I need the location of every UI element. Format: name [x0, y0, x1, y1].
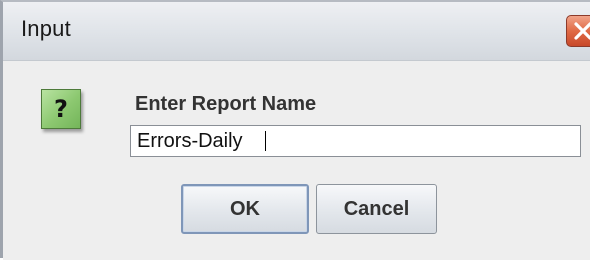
report-name-input[interactable] — [130, 125, 581, 157]
input-dialog: Input ? Enter Report Name OK Cancel — [0, 0, 590, 260]
cancel-button[interactable]: Cancel — [316, 184, 437, 234]
question-icon: ? — [41, 89, 81, 129]
close-x-icon — [574, 22, 590, 40]
dialog-content: ? Enter Report Name OK Cancel — [3, 61, 590, 260]
prompt-label: Enter Report Name — [135, 93, 317, 115]
close-button[interactable] — [566, 15, 590, 47]
dialog-title: Input — [21, 16, 71, 41]
question-mark-glyph: ? — [54, 95, 68, 123]
title-bar[interactable]: Input — [3, 2, 590, 61]
ok-button[interactable]: OK — [181, 184, 309, 234]
text-caret — [265, 131, 266, 151]
